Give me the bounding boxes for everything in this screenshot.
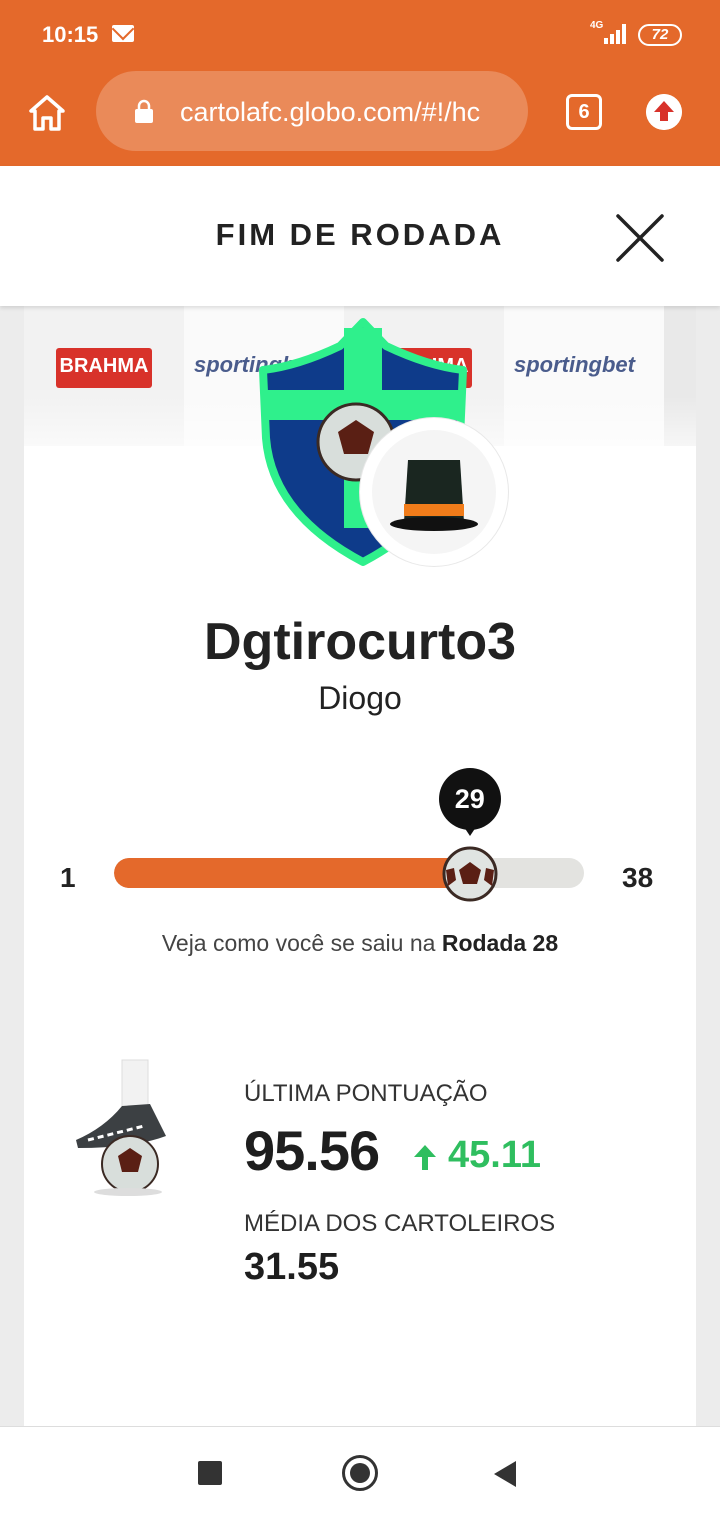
team-name: Dgtirocurto3 bbox=[204, 613, 516, 671]
url-text: cartolafc.globo.com/#!/hc bbox=[180, 97, 481, 127]
network-type-label: 4G bbox=[590, 20, 604, 31]
signal-icon bbox=[604, 24, 628, 44]
system-nav-bar bbox=[0, 1426, 720, 1520]
battery-icon: 72 bbox=[638, 24, 682, 46]
round-caption-prefix: Veja como você se saiu na bbox=[161, 930, 436, 956]
update-icon[interactable] bbox=[646, 94, 682, 130]
score-delta: 45.11 bbox=[412, 1134, 541, 1177]
round-slider-track[interactable] bbox=[114, 858, 584, 888]
address-bar[interactable]: cartolafc.globo.com/#!/hc bbox=[96, 71, 528, 151]
round-max-label: 38 bbox=[622, 862, 654, 893]
score-delta-value: 45.11 bbox=[448, 1134, 541, 1176]
close-icon[interactable] bbox=[612, 210, 668, 266]
mail-notification-icon bbox=[112, 25, 134, 42]
round-min-label: 1 bbox=[60, 862, 76, 893]
round-caption: Veja como você se saiu na Rodada 28 bbox=[24, 930, 696, 957]
brahma-logo: BRAHMA bbox=[56, 348, 152, 388]
soccer-ball-slider-thumb-icon[interactable] bbox=[442, 846, 498, 902]
boot-ball-icon bbox=[76, 1059, 166, 1196]
average-score-value: 31.55 bbox=[244, 1246, 340, 1288]
back-icon[interactable] bbox=[494, 1461, 516, 1487]
round-summary-card: BRAHMA sportingbet BRAHMA sportingbet Dg… bbox=[24, 306, 696, 1426]
average-score-label: MÉDIA DOS CARTOLEIROS bbox=[244, 1210, 556, 1237]
arrow-up-icon bbox=[414, 1144, 436, 1170]
recents-icon[interactable] bbox=[198, 1461, 222, 1485]
last-score-value: 95.56 bbox=[244, 1119, 380, 1182]
browser-top-bar: 10:15 4G 72 cartolafc.globo.com/#!/hc 6 bbox=[0, 0, 720, 166]
owner-name: Diogo bbox=[318, 680, 402, 716]
current-round-badge: 29 bbox=[438, 768, 501, 836]
avatar-top-hat-icon bbox=[360, 418, 508, 566]
sportingbet-logo: sportingbet bbox=[514, 352, 635, 377]
last-score-label: ÚLTIMA PONTUAÇÃO bbox=[244, 1080, 488, 1107]
home-nav-icon[interactable] bbox=[342, 1455, 378, 1491]
home-icon[interactable] bbox=[28, 94, 66, 132]
round-caption-round: Rodada 28 bbox=[441, 930, 559, 956]
status-time: 10:15 bbox=[42, 22, 99, 47]
lock-icon bbox=[135, 99, 153, 123]
tabs-count-button[interactable]: 6 bbox=[566, 94, 602, 130]
round-slider-fill bbox=[114, 858, 470, 888]
